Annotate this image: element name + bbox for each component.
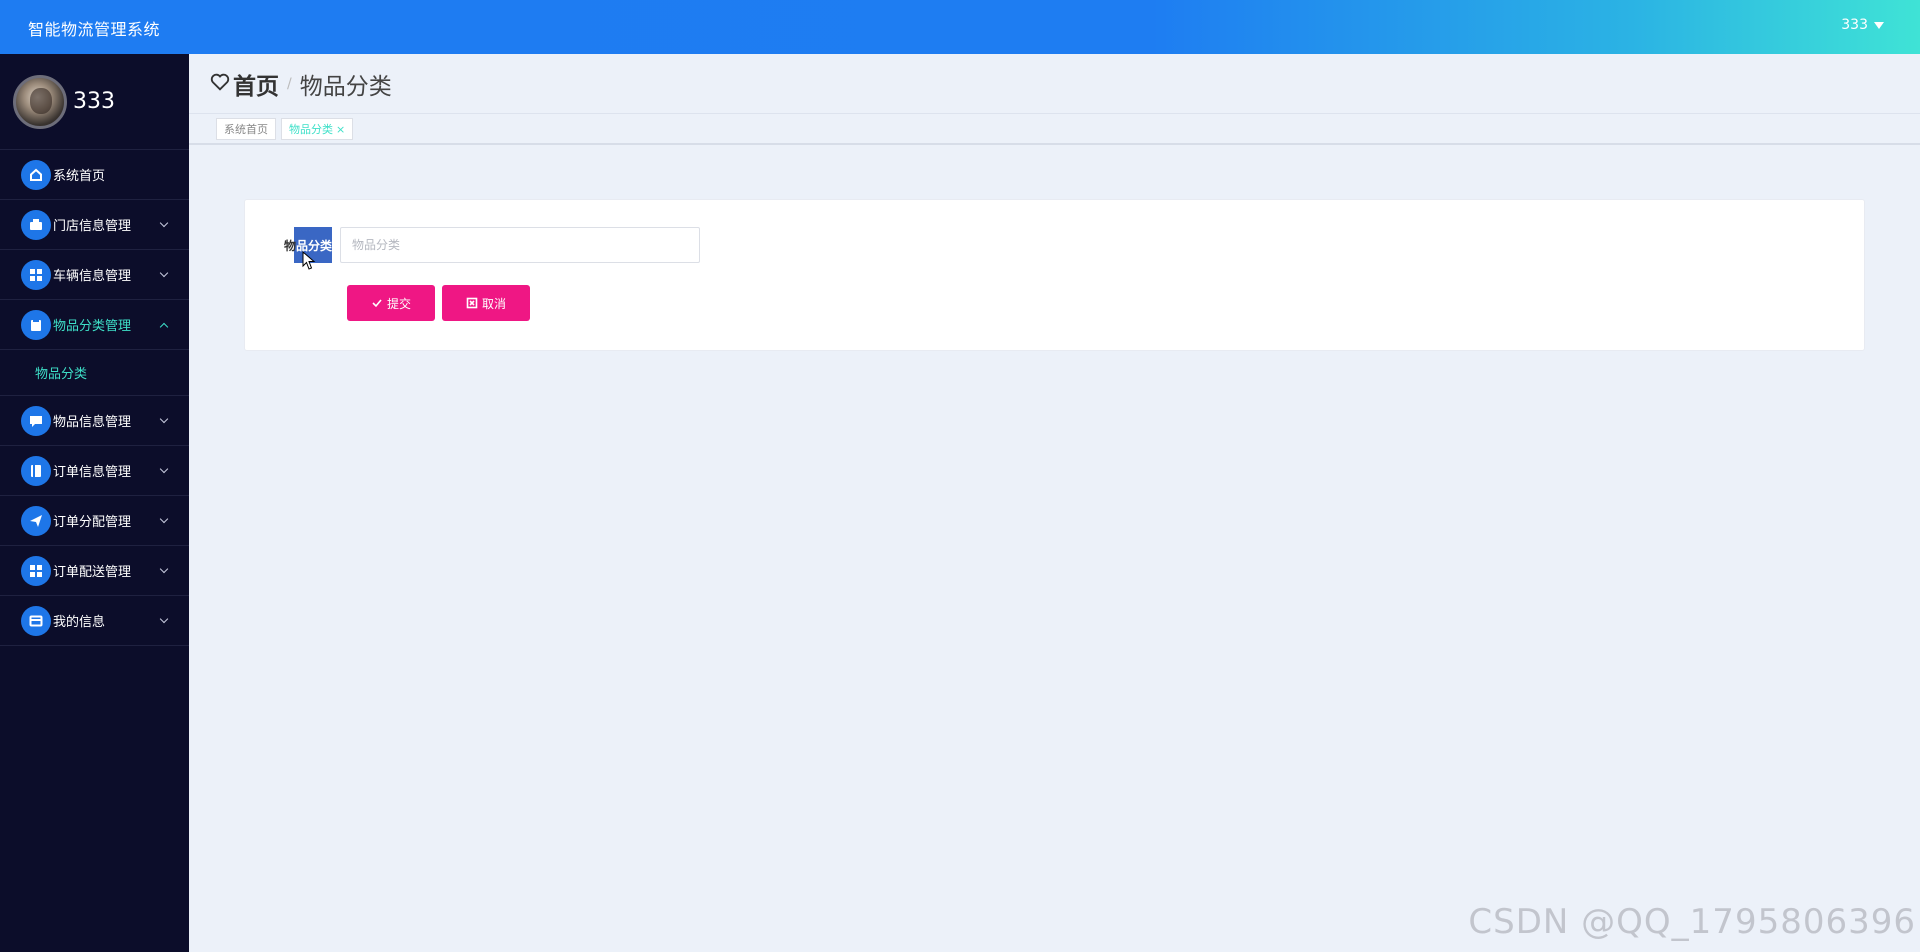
sidebar-item-category[interactable]: 物品分类管理: [0, 300, 189, 350]
user-menu-label: 333: [1841, 17, 1868, 33]
profile: 333: [0, 54, 189, 150]
tab-label: 系统首页: [224, 123, 268, 136]
chevron-down-icon: [159, 564, 169, 574]
send-icon: [21, 505, 51, 536]
close-icon[interactable]: ×: [336, 123, 345, 136]
tab-label: 物品分类: [289, 123, 333, 136]
form-row-category: 物品分类: [284, 227, 701, 263]
chevron-down-icon: [159, 268, 169, 278]
sidebar-item-assign[interactable]: 订单分配管理: [0, 496, 189, 546]
tab-home[interactable]: 系统首页: [216, 118, 276, 140]
watermark: CSDN @QQ_1795806396: [1468, 902, 1916, 942]
breadcrumb: 首页 / 物品分类: [189, 54, 1920, 114]
heart-icon: [209, 71, 231, 97]
breadcrumb-current: 物品分类: [299, 73, 392, 100]
cancel-button[interactable]: 取消: [442, 285, 530, 321]
sidebar-item-label: 订单配送管理: [53, 565, 132, 580]
chevron-down-icon: [159, 514, 169, 524]
form-actions: 提交 取消: [347, 285, 530, 321]
book-icon: [21, 455, 51, 486]
sidebar-item-label: 门店信息管理: [53, 219, 132, 234]
home-icon: [21, 159, 51, 190]
caret-down-icon: [1874, 21, 1884, 29]
sidebar-item-home[interactable]: 系统首页: [0, 150, 189, 200]
sidebar-item-goods[interactable]: 物品信息管理: [0, 396, 189, 446]
close-box-icon: [466, 297, 478, 309]
chat-icon: [21, 405, 51, 436]
sidebar-item-label: 车辆信息管理: [53, 269, 132, 284]
sidebar-item-label: 系统首页: [53, 169, 106, 184]
check-icon: [372, 299, 382, 308]
form-card: 物品分类 提交 取消: [244, 199, 1865, 351]
mouse-cursor-icon: [302, 251, 316, 270]
card-icon: [21, 605, 51, 636]
user-menu[interactable]: 333: [1841, 17, 1884, 33]
sidebar-item-order[interactable]: 订单信息管理: [0, 446, 189, 496]
avatar: [13, 74, 67, 129]
tabs-bar: 系统首页 物品分类 ×: [189, 115, 1920, 145]
grid-icon: [21, 259, 51, 290]
sidebar-item-label: 物品分类管理: [53, 319, 132, 334]
clipboard-icon: [21, 309, 51, 340]
breadcrumb-separator: /: [287, 75, 292, 92]
sidebar-item-label: 我的信息: [53, 615, 106, 630]
sidebar-item-delivery[interactable]: 订单配送管理: [0, 546, 189, 596]
tab-category[interactable]: 物品分类 ×: [281, 118, 354, 140]
sidebar-item-store[interactable]: 门店信息管理: [0, 200, 189, 250]
sidebar-item-label: 订单信息管理: [53, 465, 132, 480]
profile-name: 333: [73, 89, 115, 114]
grid-icon: [21, 555, 51, 586]
sidebar-item-profile[interactable]: 我的信息: [0, 596, 189, 646]
label-text-pre: 物: [284, 238, 297, 253]
sidebar-item-label: 物品信息管理: [53, 415, 132, 430]
app-title: 智能物流管理系统: [28, 20, 161, 39]
chevron-down-icon: [159, 614, 169, 624]
sidebar: 333 系统首页 门店信息管理 车辆信息管理 物品分类管理 物品分类 物品信息管…: [0, 54, 189, 952]
sidebar-subitem-category[interactable]: 物品分类: [0, 350, 189, 396]
chevron-down-icon: [159, 218, 169, 228]
top-header: 智能物流管理系统 333: [0, 0, 1920, 54]
chevron-up-icon: [159, 322, 169, 332]
submit-button[interactable]: 提交: [347, 285, 435, 321]
chevron-down-icon: [159, 414, 169, 424]
sidebar-item-vehicle[interactable]: 车辆信息管理: [0, 250, 189, 300]
category-input[interactable]: [340, 227, 701, 263]
briefcase-icon: [21, 209, 51, 240]
cancel-button-label: 取消: [481, 296, 506, 311]
breadcrumb-home[interactable]: 首页: [233, 67, 279, 101]
sidebar-item-label: 订单分配管理: [53, 515, 132, 530]
chevron-down-icon: [159, 464, 169, 474]
submit-button-label: 提交: [386, 296, 411, 311]
